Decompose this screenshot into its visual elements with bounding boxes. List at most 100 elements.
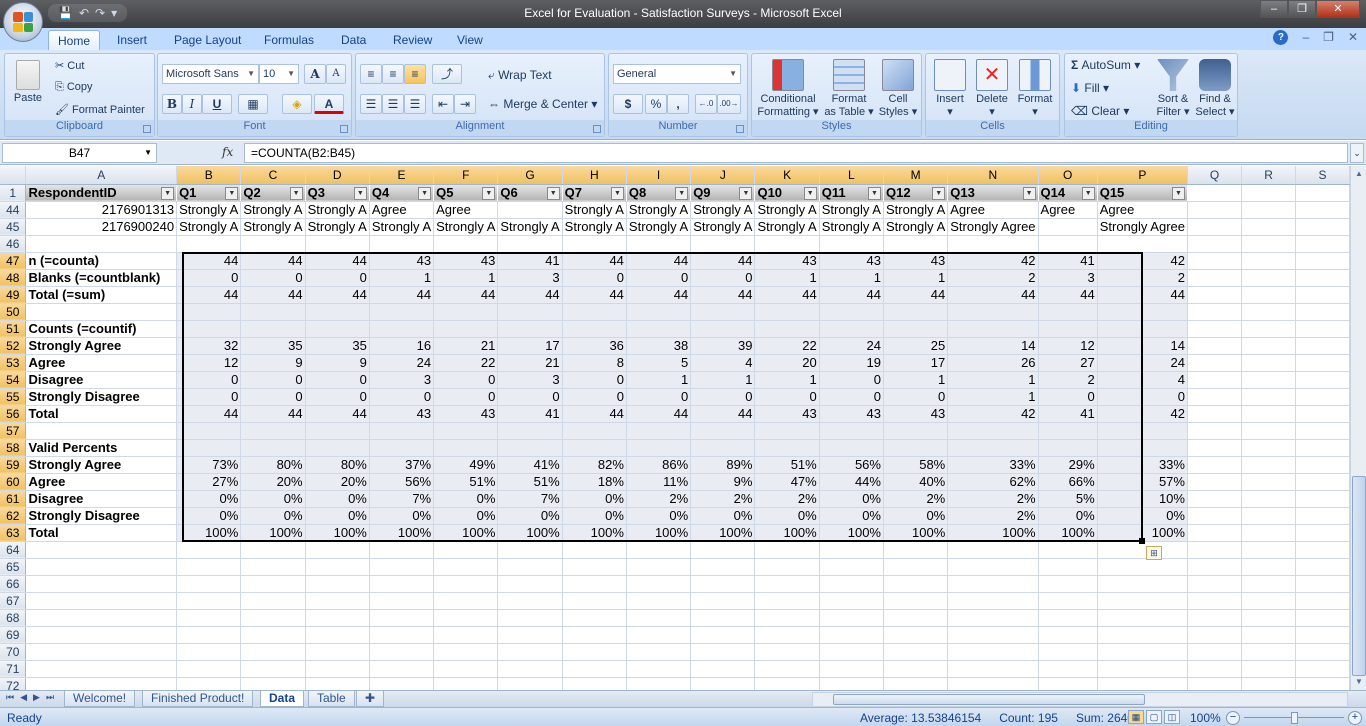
value-cell[interactable]: 1 (754, 371, 820, 389)
value-cell[interactable] (1038, 235, 1098, 253)
value-cell[interactable]: 51% (433, 473, 499, 491)
cell[interactable] (1241, 439, 1297, 457)
tab-insert[interactable]: Insert (108, 30, 156, 50)
cell[interactable] (1295, 575, 1350, 593)
value-cell[interactable]: 82% (562, 456, 627, 474)
orientation-button[interactable]: ⤴ (432, 64, 462, 84)
value-cell[interactable]: 33% (947, 456, 1039, 474)
cell[interactable] (1241, 524, 1297, 542)
column-header-l[interactable]: L (819, 166, 884, 185)
cell[interactable] (369, 558, 435, 576)
wrap-text-button[interactable]: ⤶ Wrap Text (488, 68, 552, 83)
cell[interactable] (1241, 558, 1297, 576)
cell[interactable] (690, 626, 756, 644)
row-header[interactable]: 53 (0, 354, 27, 372)
value-cell[interactable]: 66% (1038, 473, 1098, 491)
value-cell[interactable]: 0 (433, 371, 499, 389)
value-cell[interactable]: 100% (497, 524, 563, 542)
response-cell[interactable]: Strongly Agree (1097, 218, 1188, 236)
row-label-cell[interactable]: Total (25, 524, 178, 542)
value-cell[interactable]: 17 (497, 337, 563, 355)
cell[interactable] (1295, 269, 1350, 287)
value-cell[interactable]: 42 (1097, 405, 1188, 423)
cell[interactable] (240, 575, 306, 593)
value-cell[interactable] (369, 320, 435, 338)
cell[interactable] (1187, 592, 1243, 610)
row-label-cell[interactable]: Total (25, 405, 178, 423)
cell[interactable] (1295, 490, 1350, 508)
cell[interactable] (947, 558, 1039, 576)
font-color-button[interactable]: A (314, 94, 344, 114)
scroll-down-icon[interactable]: ▼ (1351, 674, 1366, 690)
value-cell[interactable] (305, 235, 370, 253)
value-cell[interactable]: 2 (1097, 269, 1188, 287)
value-cell[interactable]: 44 (176, 252, 242, 270)
fill-color-button[interactable]: ◈ (282, 94, 312, 114)
response-cell[interactable]: Strongly A (240, 201, 306, 219)
cell[interactable] (369, 660, 435, 678)
response-cell[interactable]: Strongly A (626, 218, 692, 236)
cell[interactable] (1241, 626, 1297, 644)
bold-button[interactable]: B (162, 94, 182, 114)
worksheet-grid[interactable]: A B C D E F G H I J K L M N O P Q R S 1 RespondentID ▼ Q1 ▼ Q2 ▼ Q… (0, 166, 1350, 690)
value-cell[interactable]: 7% (369, 490, 435, 508)
value-cell[interactable]: 44 (562, 252, 627, 270)
restore-button[interactable]: ❐ (1288, 0, 1316, 18)
value-cell[interactable]: 44 (369, 286, 435, 304)
value-cell[interactable] (176, 439, 242, 457)
value-cell[interactable]: 0% (433, 507, 499, 525)
workbook-close-icon[interactable]: ✕ (1348, 30, 1358, 45)
cell[interactable] (1295, 507, 1350, 525)
cell[interactable] (240, 626, 306, 644)
value-cell[interactable]: 1 (883, 269, 949, 287)
value-cell[interactable]: 7% (497, 490, 563, 508)
font-launcher-icon[interactable] (340, 125, 348, 133)
cell[interactable] (690, 558, 756, 576)
value-cell[interactable]: 43 (433, 252, 499, 270)
row-header[interactable]: 63 (0, 524, 27, 542)
response-cell[interactable]: Agree (369, 201, 435, 219)
value-cell[interactable]: 0 (626, 269, 692, 287)
table-header-cell[interactable]: RespondentID ▼ (25, 184, 178, 202)
column-header-i[interactable]: I (626, 166, 692, 185)
value-cell[interactable] (883, 320, 949, 338)
value-cell[interactable] (690, 303, 756, 321)
value-cell[interactable]: 44 (240, 252, 306, 270)
cell[interactable] (1187, 184, 1243, 202)
align-middle-button[interactable]: ≡ (382, 64, 404, 84)
cell[interactable] (240, 609, 306, 627)
value-cell[interactable]: 43 (883, 252, 949, 270)
cell[interactable] (1241, 405, 1297, 423)
cell[interactable] (819, 677, 884, 690)
cell[interactable] (176, 592, 242, 610)
response-cell[interactable]: Strongly A (754, 218, 820, 236)
value-cell[interactable]: 12 (176, 354, 242, 372)
value-cell[interactable] (819, 422, 884, 440)
response-cell[interactable]: Strongly Agree (947, 218, 1039, 236)
value-cell[interactable] (1097, 235, 1188, 253)
response-cell[interactable]: Strongly A (497, 218, 563, 236)
cell[interactable] (562, 626, 627, 644)
font-name-select[interactable]: Microsoft Sans ▼ (162, 64, 259, 84)
value-cell[interactable]: 0% (562, 507, 627, 525)
value-cell[interactable] (176, 422, 242, 440)
value-cell[interactable]: 35 (305, 337, 370, 355)
response-cell[interactable]: Agree (1097, 201, 1188, 219)
cell[interactable] (1038, 558, 1098, 576)
value-cell[interactable] (176, 303, 242, 321)
delete-cells-button[interactable]: ✕ Delete ▾ (972, 59, 1012, 118)
value-cell[interactable]: 100% (305, 524, 370, 542)
cell[interactable] (1241, 473, 1297, 491)
value-cell[interactable] (240, 235, 306, 253)
cell[interactable] (1187, 575, 1243, 593)
value-cell[interactable]: 0% (240, 507, 306, 525)
value-cell[interactable] (819, 235, 884, 253)
value-cell[interactable] (947, 303, 1039, 321)
row-header[interactable]: 68 (0, 609, 27, 627)
value-cell[interactable]: 1 (690, 371, 756, 389)
cell[interactable] (562, 592, 627, 610)
tab-page-layout[interactable]: Page Layout (165, 30, 250, 50)
cell[interactable] (1187, 201, 1243, 219)
cell[interactable] (497, 677, 563, 690)
percent-button[interactable]: % (645, 94, 667, 114)
